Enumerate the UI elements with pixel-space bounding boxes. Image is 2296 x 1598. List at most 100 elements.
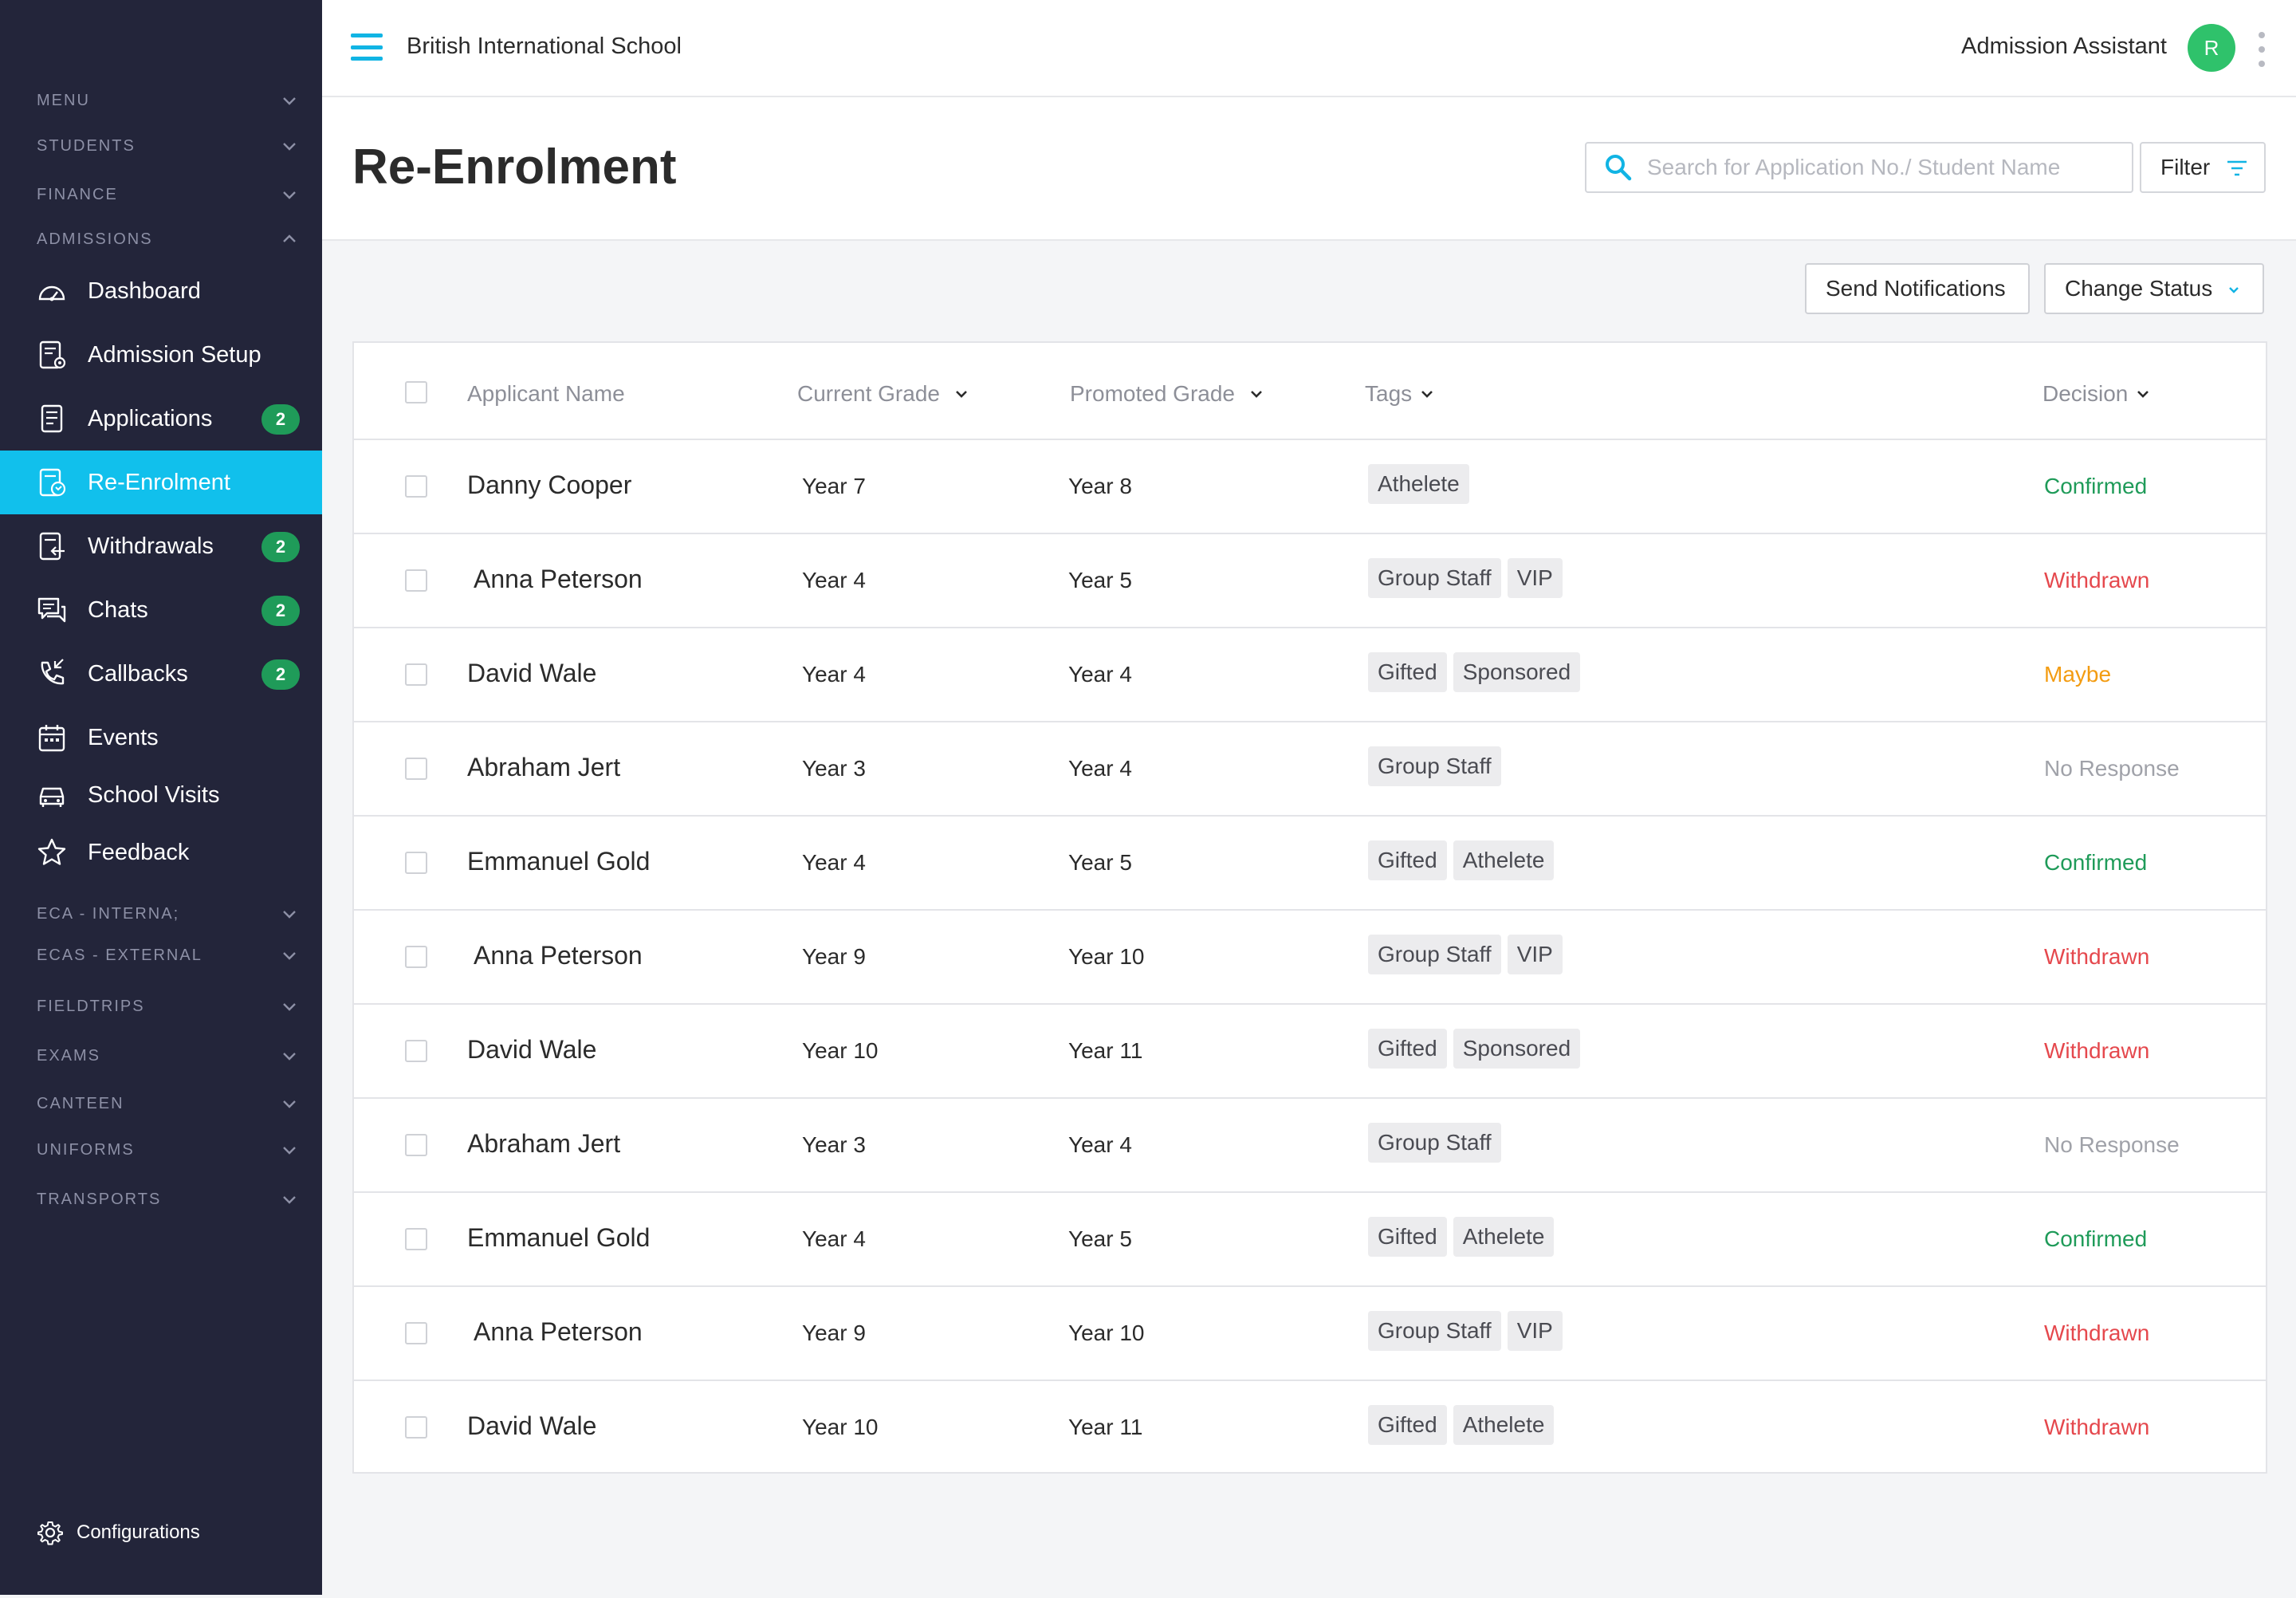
promoted-grade: Year 4: [1068, 1132, 1132, 1157]
change-status-button[interactable]: Change Status: [2044, 263, 2264, 314]
row-checkbox[interactable]: [405, 1416, 427, 1439]
table-row[interactable]: David Wale Year 10 Year 11 Gifted Athelete Wi…: [354, 1381, 2266, 1475]
sidebar-item-label: Callbacks: [88, 660, 188, 687]
select-all-checkbox[interactable]: [405, 381, 427, 403]
sidebar-section-ecas-external[interactable]: ECAS - EXTERNAL: [37, 939, 300, 971]
admission-setup-icon: [35, 338, 69, 372]
car-icon: [35, 778, 69, 812]
decision-status: Withdrawn: [2044, 568, 2150, 592]
table-row[interactable]: Abraham Jert Year 3 Year 4 Group Staff No Re…: [354, 1099, 2266, 1193]
applicant-name[interactable]: David Wale: [467, 1411, 596, 1441]
chevron-down-icon: [279, 184, 300, 205]
sidebar-item-feedback[interactable]: Feedback: [0, 821, 322, 884]
applicant-name[interactable]: Abraham Jert: [467, 753, 620, 782]
chevron-down-icon: [279, 903, 300, 924]
sidebar-item-callbacks[interactable]: Callbacks 2: [0, 642, 322, 706]
column-header-current-grade[interactable]: Current Grade: [797, 381, 969, 407]
table-row[interactable]: Emmanuel Gold Year 4 Year 5 Gifted Athelete C…: [354, 1193, 2266, 1287]
applicant-name[interactable]: Danny Cooper: [467, 470, 631, 500]
search-box[interactable]: [1585, 142, 2133, 193]
tag-chip: Sponsored: [1453, 652, 1581, 692]
table-row[interactable]: Anna Peterson Year 4 Year 5 Group Staff VIP W…: [354, 534, 2266, 628]
column-header-decision[interactable]: Decision: [2042, 381, 2150, 407]
table-row[interactable]: Danny Cooper Year 7 Year 8 Athelete Confirme…: [354, 440, 2266, 534]
current-grade: Year 3: [802, 1132, 866, 1157]
more-options-icon[interactable]: [2258, 32, 2266, 67]
sidebar-section-exams[interactable]: EXAMS: [37, 1040, 300, 1072]
applicant-name[interactable]: Anna Peterson: [474, 565, 643, 594]
sidebar-section-uniforms[interactable]: UNIFORMS: [37, 1134, 300, 1166]
sidebar-item-dashboard[interactable]: Dashboard: [0, 259, 322, 323]
filter-button[interactable]: Filter: [2140, 142, 2266, 193]
current-grade: Year 10: [802, 1415, 879, 1439]
sidebar-section-finance[interactable]: FINANCE: [37, 179, 300, 211]
sidebar-section-fieldtrips[interactable]: FIELDTRIPS: [37, 990, 300, 1022]
applicant-name[interactable]: Anna Peterson: [474, 1317, 643, 1347]
row-checkbox[interactable]: [405, 852, 427, 874]
sidebar-item-label: Events: [88, 724, 159, 750]
column-header-promoted-grade[interactable]: Promoted Grade: [1070, 381, 1264, 407]
tag-chip: Gifted: [1368, 652, 1447, 692]
search-input[interactable]: [1647, 155, 2125, 180]
re-enrolment-table: Applicant Name Current Grade Promoted Gr…: [352, 341, 2267, 1474]
row-checkbox[interactable]: [405, 946, 427, 968]
row-checkbox[interactable]: [405, 1228, 427, 1250]
row-checkbox[interactable]: [405, 569, 427, 592]
tag-list: Group Staff VIP: [1368, 1311, 1569, 1351]
sidebar-item-admission-setup[interactable]: Admission Setup: [0, 323, 322, 387]
row-checkbox[interactable]: [405, 1134, 427, 1156]
table-row[interactable]: David Wale Year 10 Year 11 Gifted Sponsored W…: [354, 1005, 2266, 1099]
table-row[interactable]: Anna Peterson Year 9 Year 10 Group Staff VIP…: [354, 1287, 2266, 1381]
applicant-name[interactable]: Emmanuel Gold: [467, 847, 650, 876]
applicant-name[interactable]: David Wale: [467, 1035, 596, 1065]
decision-status: No Response: [2044, 756, 2180, 781]
current-grade: Year 9: [802, 1321, 866, 1345]
sidebar-section-label: ADMISSIONS: [37, 230, 153, 248]
applicant-name[interactable]: Emmanuel Gold: [467, 1223, 650, 1253]
sidebar-section-eca-interna[interactable]: ECA - INTERNA;: [37, 898, 300, 930]
applicant-name[interactable]: Anna Peterson: [474, 941, 643, 970]
sidebar-item-re-enrolment[interactable]: Re-Enrolment: [0, 451, 322, 514]
gear-icon: [37, 1519, 64, 1546]
sidebar-item-chats[interactable]: Chats 2: [0, 578, 322, 642]
chevron-down-icon: [1251, 391, 1262, 398]
tag-chip: Group Staff: [1368, 1311, 1501, 1351]
tag-chip: Sponsored: [1453, 1029, 1581, 1069]
sidebar-section-transports[interactable]: TRANSPORTS: [37, 1183, 300, 1215]
tag-chip: Group Staff: [1368, 558, 1501, 598]
sidebar-section-label: EXAMS: [37, 1046, 101, 1065]
table-row[interactable]: David Wale Year 4 Year 4 Gifted Sponsored May…: [354, 628, 2266, 722]
chevron-down-icon: [956, 391, 967, 398]
tag-chip: Gifted: [1368, 1029, 1447, 1069]
sidebar-item-withdrawals[interactable]: Withdrawals 2: [0, 514, 322, 578]
hamburger-menu-icon[interactable]: [351, 33, 383, 61]
table-row[interactable]: Abraham Jert Year 3 Year 4 Group Staff No Re…: [354, 722, 2266, 817]
row-checkbox[interactable]: [405, 758, 427, 780]
sidebar-item-events[interactable]: Events: [0, 706, 322, 769]
sidebar-section-label: UNIFORMS: [37, 1140, 135, 1159]
column-header-tags[interactable]: Tags: [1365, 381, 1434, 407]
table-row[interactable]: Anna Peterson Year 9 Year 10 Group Staff VIP…: [354, 911, 2266, 1005]
sidebar-section-students[interactable]: STUDENTS: [37, 130, 300, 162]
sidebar-item-school-visits[interactable]: School Visits: [0, 763, 322, 827]
sidebar-item-label: School Visits: [88, 781, 220, 808]
configurations-link[interactable]: Configurations: [37, 1517, 200, 1549]
sidebar-item-label: Feedback: [88, 839, 190, 865]
applicant-name[interactable]: Abraham Jert: [467, 1129, 620, 1159]
search-icon: [1602, 152, 1634, 183]
current-grade: Year 4: [802, 662, 866, 687]
applicant-name[interactable]: David Wale: [467, 659, 596, 688]
sidebar-item-applications[interactable]: Applications 2: [0, 387, 322, 451]
row-checkbox[interactable]: [405, 475, 427, 498]
row-checkbox[interactable]: [405, 1322, 427, 1344]
table-row[interactable]: Emmanuel Gold Year 4 Year 5 Gifted Athelete C…: [354, 817, 2266, 911]
avatar[interactable]: R: [2188, 24, 2235, 72]
row-checkbox[interactable]: [405, 1040, 427, 1062]
send-notifications-button[interactable]: Send Notifications: [1805, 263, 2030, 314]
sidebar-section-admissions[interactable]: ADMISSIONS: [37, 223, 300, 255]
row-checkbox[interactable]: [405, 663, 427, 686]
sidebar-section-canteen[interactable]: CANTEEN: [37, 1088, 300, 1120]
chevron-down-icon: [2229, 287, 2239, 293]
sidebar-section-menu[interactable]: MENU: [37, 85, 300, 116]
tag-chip: Athelete: [1453, 840, 1555, 880]
